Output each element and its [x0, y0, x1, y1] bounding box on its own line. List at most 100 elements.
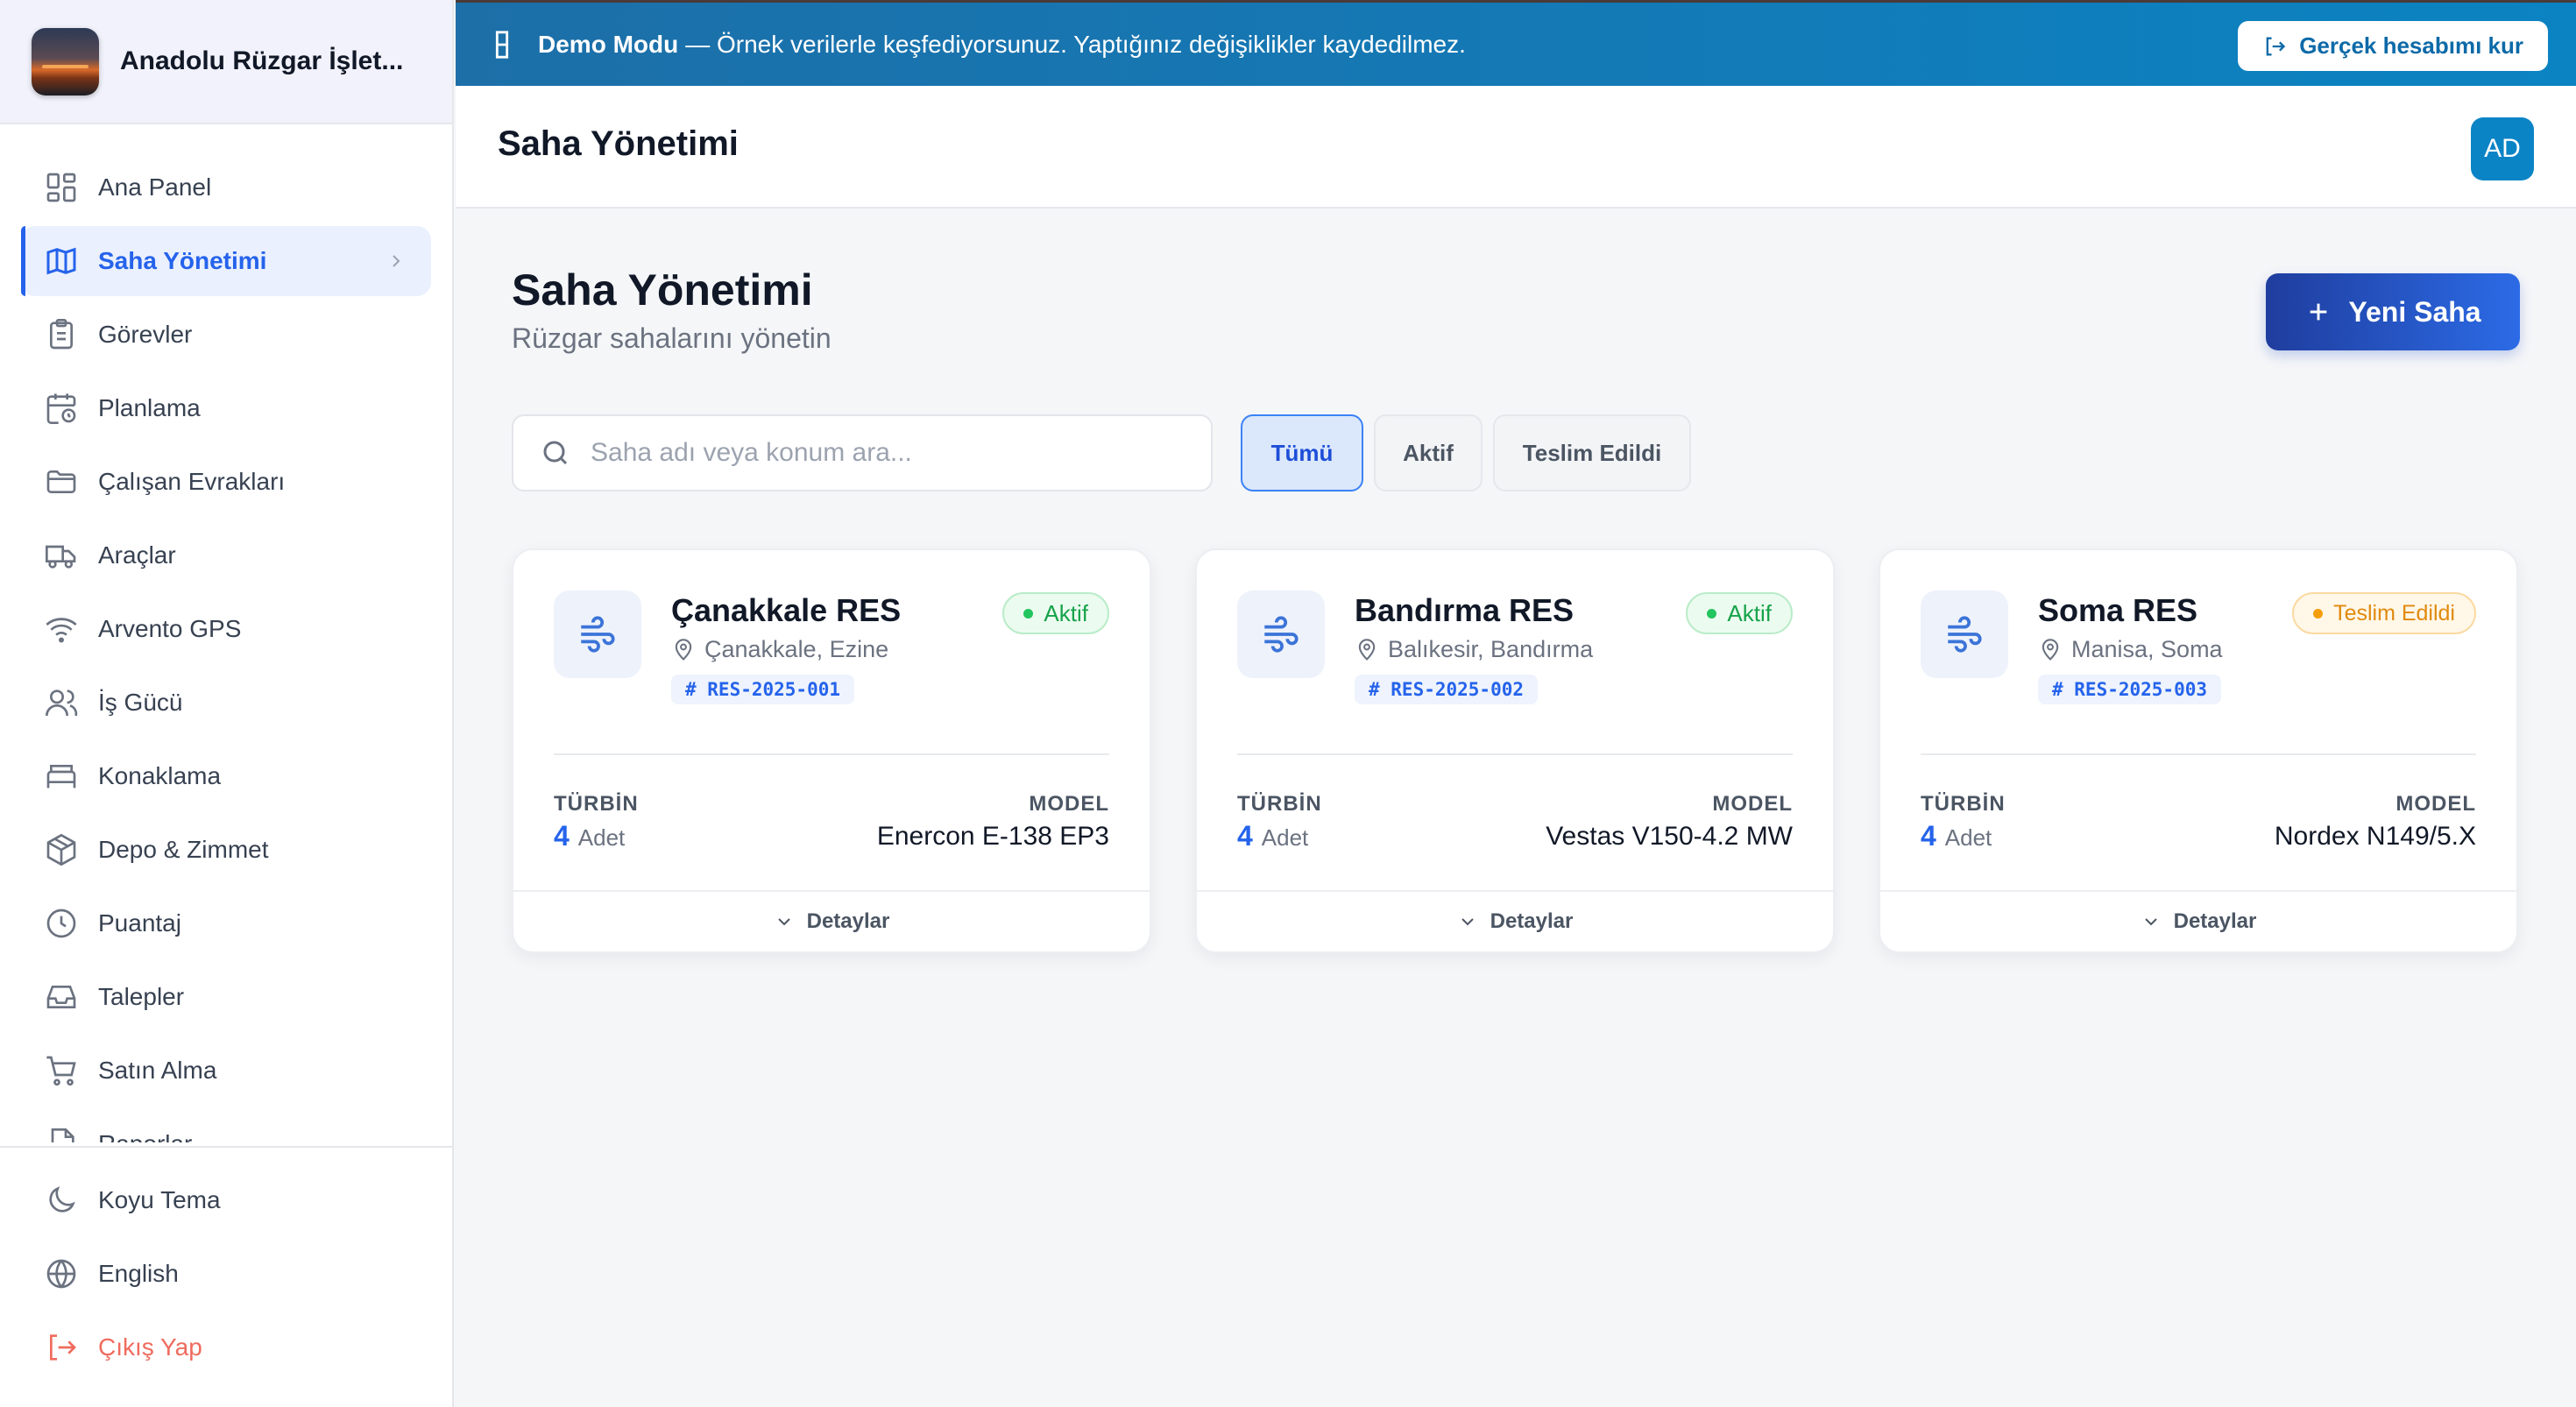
site-location: Balıkesir, Bandırma: [1355, 636, 1593, 663]
sidebar-item-gorevler[interactable]: Görevler: [21, 300, 431, 370]
logout-icon: [50, 1334, 76, 1361]
top-header: Saha Yönetimi AD: [456, 86, 2576, 209]
sidebar-item-saha-yonetimi[interactable]: Saha Yönetimi: [21, 226, 431, 296]
turbine-label: TÜRBİN: [1237, 792, 1322, 816]
dashboard-icon: [46, 173, 76, 202]
language-toggle[interactable]: English: [21, 1239, 431, 1309]
sidebar-item-label: Görevler: [98, 321, 193, 348]
brand[interactable]: Anadolu Rüzgar İşlet...: [0, 0, 452, 124]
model-value: Nordex N149/5.X: [2274, 822, 2476, 851]
model-label: MODEL: [1029, 792, 1109, 816]
model-label: MODEL: [2396, 792, 2476, 816]
filter-delivered[interactable]: Teslim Edildi: [1493, 414, 1691, 491]
turbine-label: TÜRBİN: [554, 792, 639, 816]
sidebar-item-label: English: [98, 1260, 179, 1287]
site-card[interactable]: Bandırma RES Balıkesir, Bandırma # RES-2…: [1195, 548, 1835, 953]
sidebar-item-raporlar[interactable]: Raporlar: [21, 1109, 431, 1142]
cart-icon: [46, 1056, 76, 1086]
demo-mode-label: Demo Modu: [538, 30, 679, 58]
sidebar-item-label: Planlama: [98, 394, 201, 421]
site-location: Çanakkale, Ezine: [671, 636, 888, 663]
site-icon-box: [1921, 590, 2008, 678]
site-name: Bandırma RES: [1355, 592, 1575, 628]
logout-button[interactable]: Çıkış Yap: [21, 1312, 431, 1382]
site-code: # RES-2025-003: [2038, 675, 2222, 704]
sidebar-item-label: Talepler: [98, 983, 185, 1010]
search-icon: [543, 441, 568, 465]
site-location: Manisa, Soma: [2038, 636, 2223, 663]
filter-active[interactable]: Aktif: [1374, 414, 1483, 491]
sidebar-item-konaklama[interactable]: Konaklama: [21, 741, 431, 811]
sidebar-item-ana-panel[interactable]: Ana Panel: [21, 152, 431, 223]
details-label: Detaylar: [2173, 909, 2257, 933]
sidebar-item-label: Puantaj: [98, 909, 181, 937]
dark-theme-toggle[interactable]: Koyu Tema: [21, 1165, 431, 1235]
sidebar-item-puantaj[interactable]: Puantaj: [21, 888, 431, 958]
inbox-icon: [46, 986, 76, 1008]
status-text: Teslim Edildi: [2333, 600, 2455, 626]
chevron-down-icon: [777, 918, 790, 926]
new-site-button[interactable]: Yeni Saha: [2266, 273, 2520, 350]
sidebar-item-arvento-gps[interactable]: Arvento GPS: [21, 594, 431, 664]
details-button[interactable]: Detaylar: [1880, 890, 2516, 951]
sidebar-item-planlama[interactable]: Planlama: [21, 373, 431, 443]
wind-icon: [1948, 616, 1982, 653]
search-input[interactable]: [591, 438, 1186, 468]
folder-icon: [46, 470, 76, 493]
search-box[interactable]: [512, 414, 1213, 491]
plus-icon: [2311, 303, 2327, 321]
site-code: # RES-2025-002: [1355, 675, 1539, 704]
details-button[interactable]: Detaylar: [513, 890, 1150, 951]
main-content: Saha Yönetimi Rüzgar sahalarını yönetin …: [456, 210, 2576, 1407]
turbine-count-number: 4: [1921, 820, 1936, 852]
wifi-icon: [46, 618, 77, 643]
setup-real-account-button[interactable]: Gerçek hesabımı kur: [2238, 21, 2548, 71]
details-button[interactable]: Detaylar: [1197, 890, 1833, 951]
map-pin-icon: [2042, 638, 2059, 661]
turbine-count: 4 Adet: [554, 820, 625, 852]
turbine-label: TÜRBİN: [1921, 792, 2006, 816]
divider: [1921, 753, 2476, 755]
header-title: Saha Yönetimi: [498, 124, 739, 163]
site-location-text: Çanakkale, Ezine: [704, 636, 889, 662]
brand-logo: [32, 27, 99, 95]
sidebar-item-satin-alma[interactable]: Satın Alma: [21, 1036, 431, 1106]
sidebar-item-talepler[interactable]: Talepler: [21, 962, 431, 1032]
status-dot: [1707, 608, 1717, 619]
demo-banner: Demo Modu — Örnek verilerle keşfediyorsu…: [456, 0, 2576, 86]
brand-name: Anadolu Rüzgar İşlet...: [120, 46, 404, 75]
sidebar-item-label: Araçlar: [98, 541, 176, 569]
site-name: Çanakkale RES: [671, 592, 902, 628]
status-text: Aktif: [1044, 599, 1088, 626]
map-pin-icon: [1358, 638, 1376, 661]
sidebar-item-depo-zimmet[interactable]: Depo & Zimmet: [21, 815, 431, 885]
sidebar: Anadolu Rüzgar İşlet... Ana Panel Saha Y…: [0, 0, 454, 1407]
sidebar-item-label: Konaklama: [98, 762, 222, 789]
avatar[interactable]: AD: [2471, 117, 2534, 180]
wind-icon: [1264, 616, 1299, 653]
file-icon: [51, 1128, 74, 1142]
site-name: Soma RES: [2038, 592, 2198, 628]
site-card[interactable]: Çanakkale RES Çanakkale, Ezine # RES-202…: [512, 548, 1151, 953]
package-icon: [46, 833, 76, 866]
bed-icon: [46, 765, 76, 788]
sidebar-item-label: Koyu Tema: [98, 1186, 221, 1213]
clock-icon: [46, 909, 76, 938]
sidebar-nav: Ana Panel Saha Yönetimi Görevler Planlam…: [21, 152, 431, 1142]
filter-all[interactable]: Tümü: [1241, 414, 1363, 491]
turbine-count: 4 Adet: [1237, 820, 1308, 852]
sidebar-nav-scroll[interactable]: Ana Panel Saha Yönetimi Görevler Planlam…: [0, 152, 452, 1142]
status-text: Aktif: [1727, 599, 1772, 626]
sidebar-item-is-gucu[interactable]: İş Gücü: [21, 668, 431, 738]
users-icon: [46, 689, 78, 717]
site-location-text: Balıkesir, Bandırma: [1388, 636, 1594, 662]
chevron-down-icon: [1461, 918, 1474, 926]
sidebar-item-araclar[interactable]: Araçlar: [21, 520, 431, 590]
sidebar-item-calisan-evraklari[interactable]: Çalışan Evrakları: [21, 447, 431, 517]
chevron-down-icon: [2144, 918, 2157, 926]
details-label: Detaylar: [1490, 909, 1574, 933]
new-site-label: Yeni Saha: [2348, 295, 2481, 328]
turbine-count-unit: Adet: [577, 824, 626, 851]
turbine-count-number: 4: [554, 820, 570, 852]
site-card[interactable]: Soma RES Manisa, Soma # RES-2025-003 Tes…: [1879, 548, 2518, 953]
